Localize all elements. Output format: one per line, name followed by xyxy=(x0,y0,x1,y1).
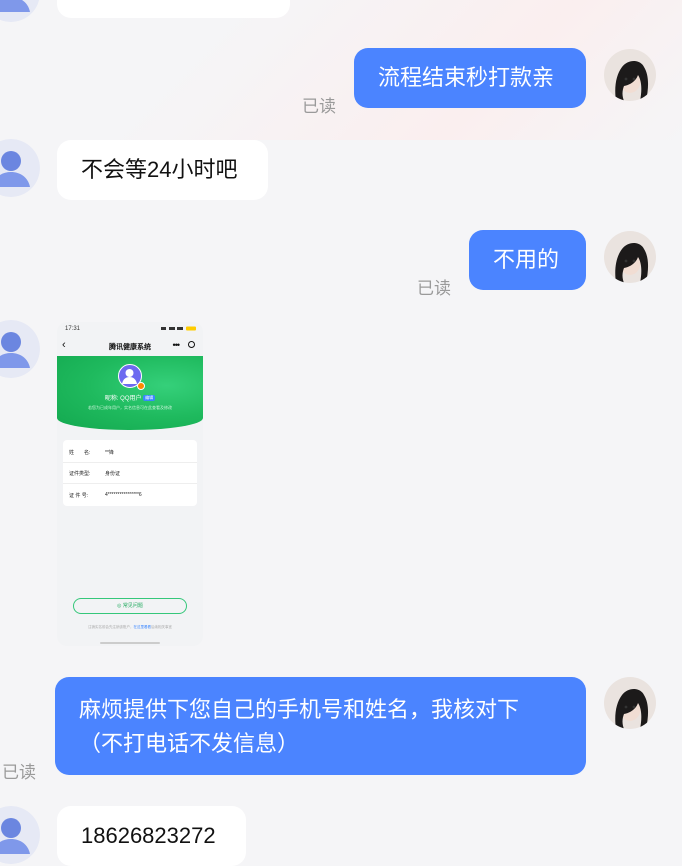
self-avatar[interactable] xyxy=(604,49,656,101)
message-text: （不打电话不发信息） xyxy=(79,731,300,756)
nickname: 昵称: QQ用户 编辑 xyxy=(104,395,156,402)
self-avatar[interactable] xyxy=(604,231,656,283)
message-text: 不会等24小时吧 xyxy=(81,157,238,182)
info-row: 证件类型: 身份证 xyxy=(69,471,121,477)
contact-avatar[interactable] xyxy=(0,139,40,197)
status-time: 17:31 xyxy=(65,326,81,332)
message-text: 流程结束秒打款亲 xyxy=(378,65,555,90)
screenshot-image-message[interactable]: 17:31 ‹ 腾讯健康系统 ••• 昵称: QQ用户 编辑 若您为已成年用户，… xyxy=(57,322,203,646)
info-card: 姓 名: **锋 证件类型: 身份证 证 件 号: 4****************… xyxy=(63,440,197,506)
read-receipt: 已读 xyxy=(417,279,451,298)
info-row: 姓 名: **锋 xyxy=(69,450,114,456)
outgoing-message-bubble[interactable]: 不用的 xyxy=(469,230,586,290)
outgoing-message-bubble[interactable]: 流程结束秒打款亲 xyxy=(354,48,586,108)
mini-page-title: 腾讯健康系统 xyxy=(109,344,151,351)
message-text: 18626823272 xyxy=(81,823,216,848)
status-icons xyxy=(161,326,196,331)
read-receipt: 已读 xyxy=(2,763,36,782)
incoming-message-bubble[interactable] xyxy=(57,0,290,18)
contact-avatar[interactable] xyxy=(0,806,40,864)
edit-tag: 编辑 xyxy=(143,395,156,402)
badge-dot xyxy=(137,382,145,390)
read-receipt: 已读 xyxy=(302,97,336,116)
target-icon xyxy=(188,341,195,348)
incoming-message-bubble[interactable]: 不会等24小时吧 xyxy=(57,140,268,200)
info-row: 证 件 号: 4****************6 xyxy=(69,492,142,499)
message-text: 麻烦提供下您自己的手机号和姓名，我核对下 xyxy=(79,697,520,722)
hint-text: 若您为已成年用户，实名信息可在此查看及修改 xyxy=(88,405,172,410)
mini-nav-bar: ‹ 腾讯健康系统 ••• xyxy=(57,336,203,356)
incoming-message-bubble[interactable]: 18626823272 xyxy=(57,806,246,866)
home-indicator xyxy=(100,642,160,644)
outgoing-message-bubble[interactable]: 麻烦提供下您自己的手机号和姓名，我核对下 （不打电话不发信息） xyxy=(55,677,586,775)
footer-note: 注销实名前会先注销该账户，在这里看看后续相关事宜 xyxy=(88,625,172,629)
contact-avatar[interactable] xyxy=(0,320,40,378)
self-avatar[interactable] xyxy=(604,677,656,729)
faq-button: ◎ 常见问题 xyxy=(73,598,187,614)
message-text: 不用的 xyxy=(493,247,560,272)
more-icon: ••• xyxy=(172,340,181,350)
